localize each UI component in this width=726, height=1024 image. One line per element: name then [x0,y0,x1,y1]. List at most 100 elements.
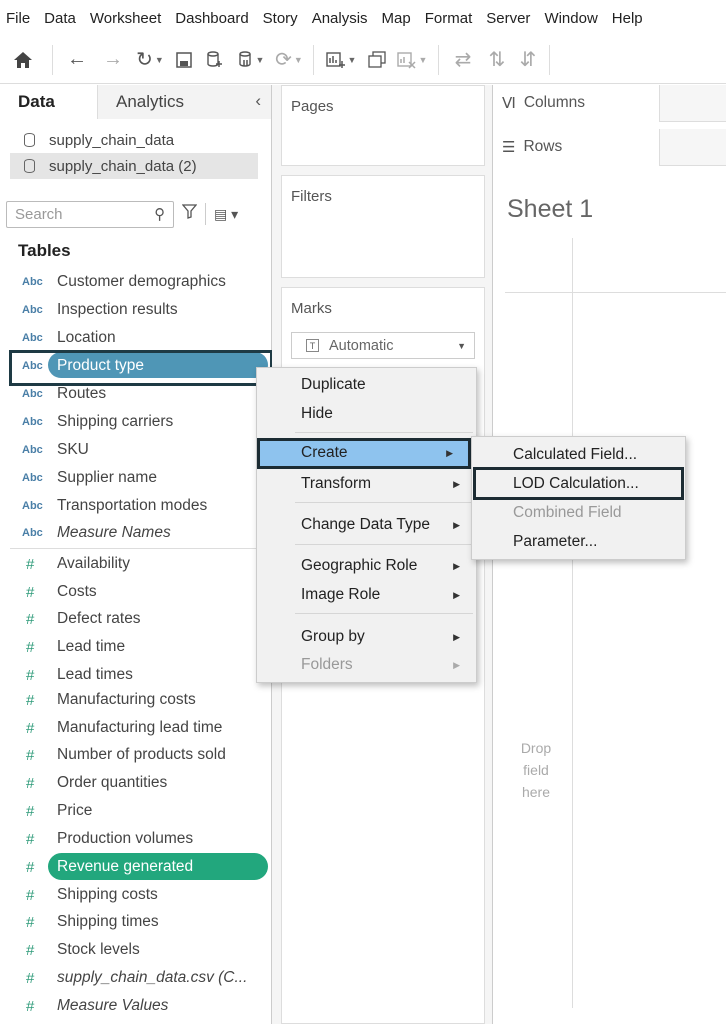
field-measure[interactable]: # Lead time [0,633,272,661]
field-measure[interactable]: # supply_chain_data.csv (C... [0,964,272,992]
search-input[interactable]: Search ⚲ [6,200,174,228]
tab-analytics[interactable]: Analytics ‹ [98,85,271,119]
menu-dashboard[interactable]: Dashboard [175,10,248,27]
field-measure[interactable]: # Stock levels [0,936,272,964]
field-dimension[interactable]: Abc Customer demographics [0,268,272,296]
search-icon[interactable]: ⚲ [154,205,165,223]
datasource-item[interactable]: supply_chain_data [10,127,258,153]
save-icon[interactable] [169,42,199,78]
tab-data[interactable]: Data [0,85,98,119]
field-measure[interactable]: # Production volumes [0,825,272,853]
field-measure[interactable]: # Shipping costs [0,881,272,909]
menu-item-duplicate[interactable]: Duplicate [257,372,476,398]
menu-item-label: Geographic Role [301,557,418,574]
number-icon: # [26,746,35,764]
field-dimension[interactable]: Abc Measure Names [0,519,272,547]
back-arrow-icon[interactable]: ← [59,42,95,78]
menu-map[interactable]: Map [382,10,411,27]
menu-item-label: Duplicate [301,376,366,393]
menu-story[interactable]: Story [263,10,298,27]
field-measure[interactable]: # Manufacturing lead time [0,714,272,742]
rows-shelf[interactable]: ☰ Rows [493,128,726,166]
field-measure[interactable]: # Availability [0,550,272,578]
forward-arrow-icon[interactable]: → [95,42,131,78]
drop-field-hint[interactable]: Drop field here [511,737,561,803]
menu-data[interactable]: Data [44,10,76,27]
pause-updates-icon[interactable]: ▼ [231,42,271,78]
field-measure[interactable]: # Manufacturing costs [0,686,272,714]
menu-item-geographic-role[interactable]: Geographic Role ▶ [257,553,476,579]
number-icon: # [26,555,35,573]
home-icon[interactable] [0,42,46,78]
drop-hint-line: field [523,762,549,778]
clear-sheet-icon[interactable]: ▼ [392,42,432,78]
menu-file[interactable]: File [6,10,30,27]
field-dimension[interactable]: Abc Transportation modes [0,492,272,520]
columns-shelf[interactable]: Ⅵ Columns [493,84,726,122]
field-measure-selected[interactable]: # Revenue generated [0,853,272,881]
menu-separator [295,432,473,433]
menu-server[interactable]: Server [486,10,530,27]
number-icon: # [26,886,35,904]
redo-loop-icon[interactable]: ↻ ▼ [131,42,169,78]
menu-item-image-role[interactable]: Image Role ▶ [257,582,476,608]
field-dimension[interactable]: Abc Supplier name [0,464,272,492]
menu-window[interactable]: Window [544,10,597,27]
field-measure[interactable]: # Order quantities [0,769,272,797]
number-icon: # [26,941,35,959]
field-measure[interactable]: # Shipping times [0,908,272,936]
menu-analysis[interactable]: Analysis [312,10,368,27]
menu-item-parameter[interactable]: Parameter... [472,529,685,555]
menu-worksheet[interactable]: Worksheet [90,10,161,27]
sort-ascending-icon[interactable]: ⇅ [481,42,513,78]
number-icon: # [26,719,35,737]
refresh-icon[interactable]: ⟳ ▼ [271,42,307,78]
field-dimension[interactable]: Abc SKU [0,436,272,464]
menu-help[interactable]: Help [612,10,643,27]
menu-item-calculated-field[interactable]: Calculated Field... [472,442,685,468]
field-label: Shipping times [57,913,159,930]
menu-item-transform[interactable]: Transform ▶ [257,471,476,497]
datasource-item-selected[interactable]: supply_chain_data (2) [10,153,258,179]
filters-shelf[interactable]: Filters [281,175,485,278]
marks-card-title: Marks [291,300,332,317]
sort-descending-icon[interactable]: ⇵ [513,42,543,78]
field-label: Price [57,802,93,819]
field-dimension[interactable]: Abc Shipping carriers [0,408,272,436]
abc-icon: Abc [22,332,43,344]
field-label: Availability [57,555,130,572]
submenu-arrow-icon: ▶ [453,478,460,489]
search-placeholder: Search [15,205,63,223]
columns-shelf-header: Ⅵ Columns [493,84,660,122]
new-datasource-icon[interactable] [199,42,231,78]
field-dimension[interactable]: Abc Inspection results [0,296,272,324]
number-icon: # [26,997,35,1015]
new-worksheet-icon[interactable]: ▼ [320,42,362,78]
pages-shelf[interactable]: Pages [281,85,485,166]
field-measure[interactable]: # Measure Values [0,992,272,1020]
swap-rows-columns-icon[interactable]: ⇄ [445,42,481,78]
sheet-title[interactable]: Sheet 1 [507,195,593,224]
field-label: Defect rates [57,610,141,627]
menu-item-hide[interactable]: Hide [257,401,476,427]
view-options-icon[interactable]: ▤ ▾ [214,206,238,223]
toolbar-divider [438,44,439,75]
field-measure[interactable]: # Costs [0,578,272,606]
field-measure[interactable]: # Defect rates [0,605,272,633]
field-label: Lead time [57,638,126,655]
field-label: Costs [57,583,97,600]
duplicate-sheet-icon[interactable] [362,42,392,78]
menu-format[interactable]: Format [425,10,473,27]
view-gridline-horizontal [505,292,726,293]
field-dimension[interactable]: Abc Location [0,324,272,352]
filter-icon[interactable] [181,204,198,224]
abc-icon: Abc [22,472,43,484]
menu-item-group-by[interactable]: Group by ▶ [257,624,476,650]
field-measure[interactable]: # Lead times [0,661,272,689]
collapse-pane-icon[interactable]: ‹ [255,91,261,111]
field-measure[interactable]: # Price [0,797,272,825]
field-measure[interactable]: # Number of products sold [0,741,272,769]
menu-item-change-data-type[interactable]: Change Data Type ▶ [257,512,476,538]
mark-type-dropdown[interactable]: T Automatic ▼ [291,332,475,359]
menu-item-label: Transform [301,475,372,492]
